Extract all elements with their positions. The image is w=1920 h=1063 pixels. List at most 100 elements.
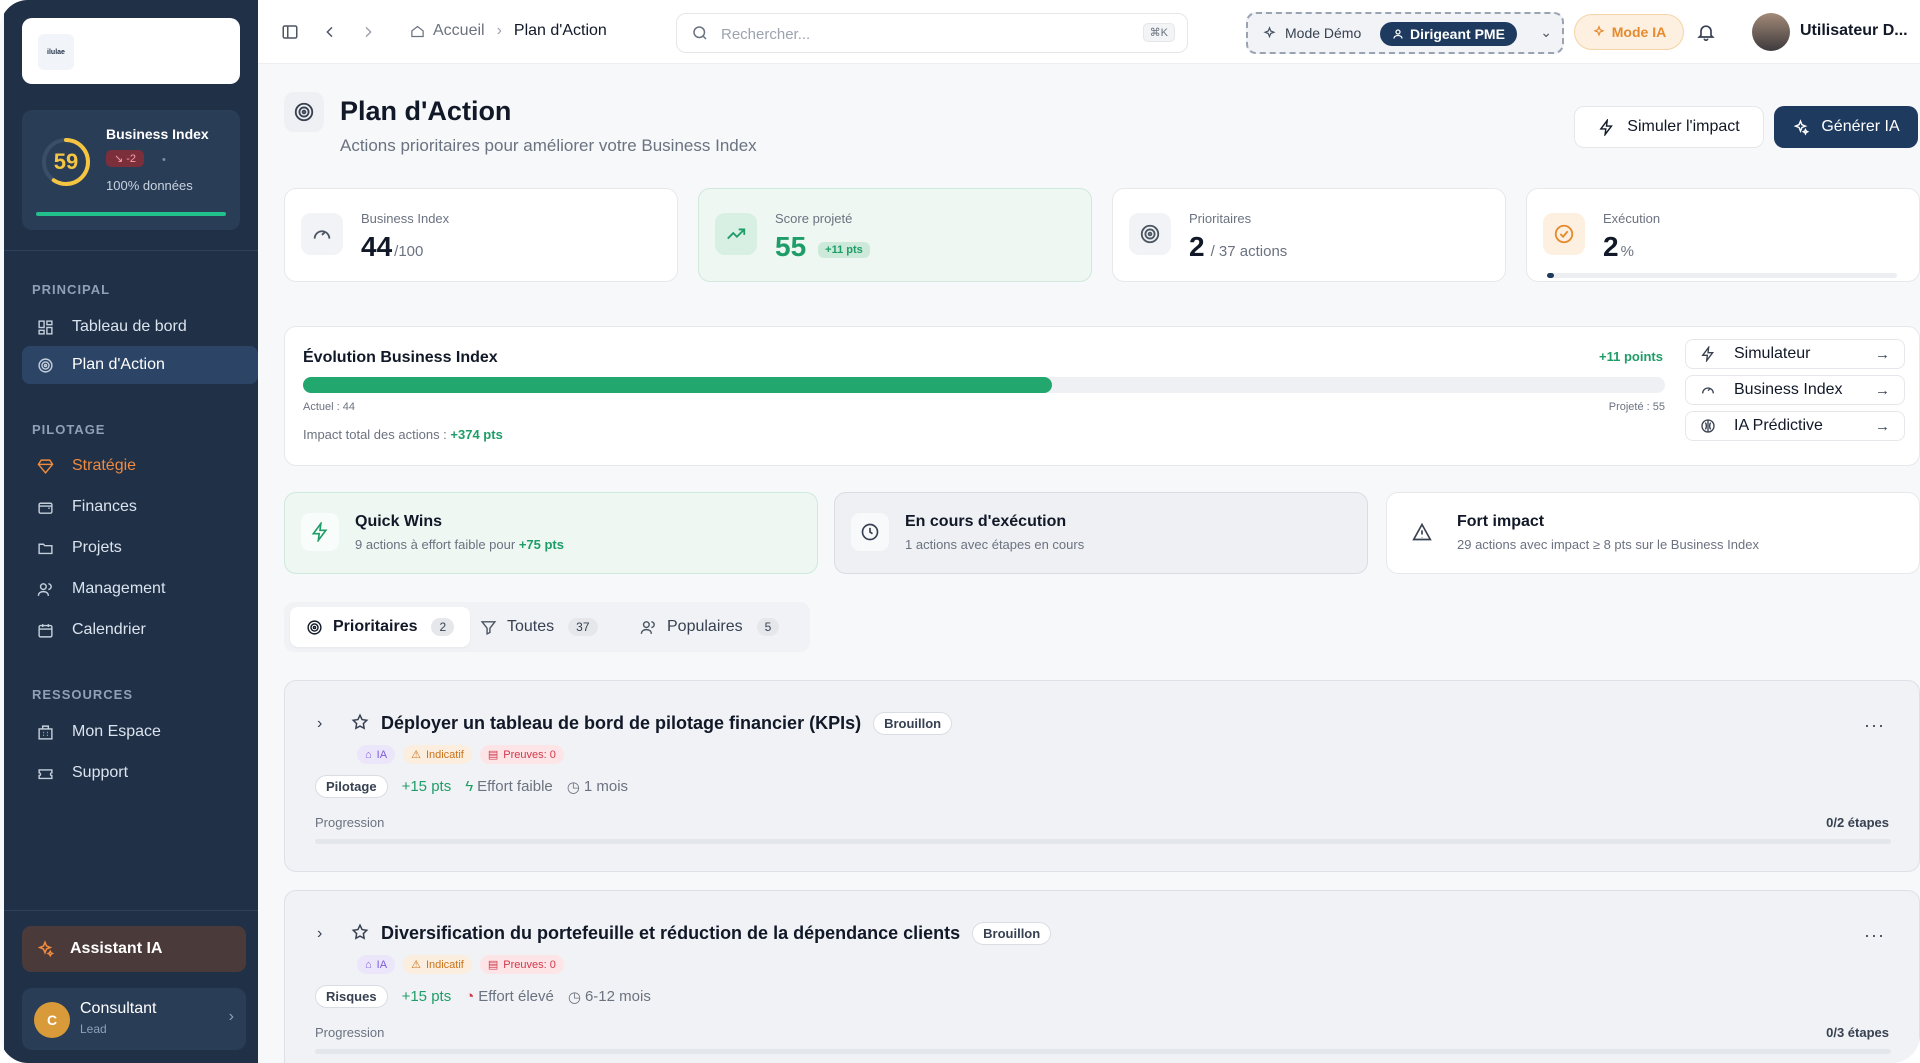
tab-populaires[interactable]: Populaires 5	[624, 607, 795, 647]
sidebar-item-label: Management	[72, 580, 166, 597]
simulate-impact-button[interactable]: Simuler l'impact	[1574, 106, 1764, 148]
sidebar-item-support[interactable]: Support	[22, 754, 258, 792]
action-card[interactable]: › Diversification du portefeuille et réd…	[284, 890, 1920, 1063]
badge-ia: ⌂ IA	[357, 745, 396, 764]
kpi-unit: / 37 actions	[1210, 243, 1288, 260]
logo-box[interactable]: ilulae	[22, 18, 240, 84]
wallet-icon	[36, 498, 54, 516]
impact-value: +374 pts	[450, 427, 503, 442]
action-badges: ⌂ IA ⚠ Indicatif ▤ Preuves: 0	[357, 955, 564, 974]
divider	[4, 910, 258, 911]
summary-desc: 9 actions à effort faible pour +75 pts	[355, 537, 564, 552]
tab-toutes[interactable]: Toutes 37	[464, 607, 614, 647]
summary-desc-text: 9 actions à effort faible pour	[355, 537, 519, 552]
effort-label: Effort élevé	[478, 988, 554, 1005]
badge-preuves: ▤ Preuves: 0	[479, 745, 564, 764]
kpi-label: Exécution	[1603, 211, 1661, 226]
summary-high-impact[interactable]: Fort impact 29 actions avec impact ≥ 8 p…	[1386, 492, 1920, 574]
demo-mode-text: Mode Démo	[1285, 25, 1362, 41]
dashboard-icon	[36, 318, 54, 336]
effort: ◔ Effort élevé	[465, 988, 554, 1005]
demo-mode-selector[interactable]: Mode Démo Dirigeant PME ⌄	[1246, 12, 1564, 54]
sidebar-item-label: Projets	[72, 539, 122, 556]
more-icon[interactable]: ···	[1864, 925, 1885, 946]
sidebar-item-label: Stratégie	[72, 457, 137, 474]
bell-icon[interactable]	[1696, 22, 1716, 47]
badge-label: Preuves: 0	[503, 958, 556, 971]
link-business-index[interactable]: Business Index →	[1685, 375, 1905, 405]
user-profile-card[interactable]: C Consultant Lead ›	[22, 988, 246, 1050]
section-ressources: RESSOURCES	[32, 687, 134, 702]
keyboard-shortcut: ⌘K	[1142, 23, 1175, 42]
search-input[interactable]	[721, 22, 1121, 46]
sidebar-item-finances[interactable]: Finances	[22, 488, 258, 526]
badge-indicatif: ⚠ Indicatif	[403, 745, 472, 764]
sidebar-toggle-icon[interactable]	[280, 22, 300, 42]
breadcrumb-home[interactable]: Accueil	[433, 22, 485, 40]
link-label: Business Index	[1734, 381, 1843, 398]
action-title-text: Déployer un tableau de bord de pilotage …	[381, 713, 862, 733]
kpi-value: 2%	[1603, 231, 1634, 263]
action-card[interactable]: › Déployer un tableau de bord de pilotag…	[284, 680, 1920, 872]
badge-preuves: ▤ Preuves: 0	[479, 955, 564, 974]
action-points: +15 pts	[401, 778, 452, 795]
sparkles-icon	[36, 940, 54, 958]
profile-name: Consultant	[80, 1000, 157, 1017]
action-meta: Pilotage +15 pts ϟ Effort faible ◷ 1 mois	[315, 775, 628, 798]
business-index-data-label: 100% données	[106, 178, 193, 193]
chevron-right-icon[interactable]: ›	[317, 925, 322, 943]
kpi-number: 2	[1189, 231, 1205, 262]
calendar-icon	[36, 621, 54, 639]
summary-in-progress[interactable]: En cours d'exécution 1 actions avec étap…	[834, 492, 1368, 574]
summary-quick-wins[interactable]: Quick Wins 9 actions à effort faible pou…	[284, 492, 818, 574]
breadcrumb-separator: ›	[496, 22, 502, 39]
ticket-icon	[36, 764, 54, 782]
more-icon[interactable]: ···	[1864, 715, 1885, 736]
main-content: Plan d'Action Actions prioritaires pour …	[258, 64, 1920, 1063]
forward-icon[interactable]	[358, 22, 378, 42]
evolution-title: Évolution Business Index	[303, 349, 498, 366]
avatar[interactable]	[1752, 13, 1790, 51]
duration: ◷ 6-12 mois	[568, 988, 651, 1006]
sidebar-item-mon-espace[interactable]: Mon Espace	[22, 713, 258, 751]
tab-prioritaires[interactable]: Prioritaires 2	[290, 607, 471, 647]
chevron-right-icon: ›	[228, 1008, 234, 1025]
link-ia-predictive[interactable]: IA Prédictive →	[1685, 411, 1905, 441]
badge-label: Preuves: 0	[503, 748, 556, 761]
kpi-number: 2	[1603, 231, 1619, 262]
users-icon	[640, 619, 657, 636]
category-badge: Pilotage	[315, 775, 388, 798]
duration: ◷ 1 mois	[567, 778, 628, 796]
summary-title: Quick Wins	[355, 513, 442, 530]
mode-ia-button[interactable]: Mode IA	[1574, 14, 1684, 50]
link-simulateur[interactable]: Simulateur →	[1685, 339, 1905, 369]
sidebar-item-calendrier[interactable]: Calendrier	[22, 611, 258, 649]
separator-dot: •	[162, 154, 166, 166]
star-icon[interactable]	[351, 923, 369, 946]
sidebar-item-strategie[interactable]: Stratégie	[22, 447, 258, 485]
badge-label: Indicatif	[425, 748, 464, 761]
sidebar-item-tableau-de-bord[interactable]: Tableau de bord	[22, 308, 258, 346]
arrow-right-icon: →	[1875, 346, 1890, 363]
impact-label: Impact total des actions :	[303, 427, 451, 442]
duration-label: 6-12 mois	[584, 988, 651, 1005]
assistant-ia-button[interactable]: Assistant IA	[22, 926, 246, 972]
sidebar-item-plan-action[interactable]: Plan d'Action	[22, 346, 258, 384]
user-name[interactable]: Utilisateur D...	[1800, 22, 1912, 40]
star-icon[interactable]	[351, 713, 369, 736]
evolution-projected: Projeté : 55	[1608, 401, 1665, 413]
company-logo: ilulae	[38, 34, 74, 70]
sidebar-item-management[interactable]: Management	[22, 570, 258, 608]
generate-ia-button[interactable]: Générer IA	[1774, 106, 1918, 148]
business-index-widget[interactable]: 59 Business Index ↘ -2 • 100% données	[22, 110, 240, 230]
sidebar-item-projets[interactable]: Projets	[22, 529, 258, 567]
warning-icon: ⚠	[411, 749, 421, 761]
evolution-progress-bar	[303, 377, 1665, 393]
search-box[interactable]: ⌘K	[676, 13, 1188, 53]
chevron-right-icon[interactable]: ›	[317, 715, 322, 733]
topbar: Accueil › Plan d'Action ⌘K Mode Démo Dir…	[258, 0, 1920, 64]
back-icon[interactable]	[320, 22, 340, 42]
role-badge[interactable]: Dirigeant PME	[1380, 22, 1517, 46]
sidebar-item-label: Tableau de bord	[72, 318, 187, 335]
action-title: Diversification du portefeuille et réduc…	[381, 922, 1052, 945]
